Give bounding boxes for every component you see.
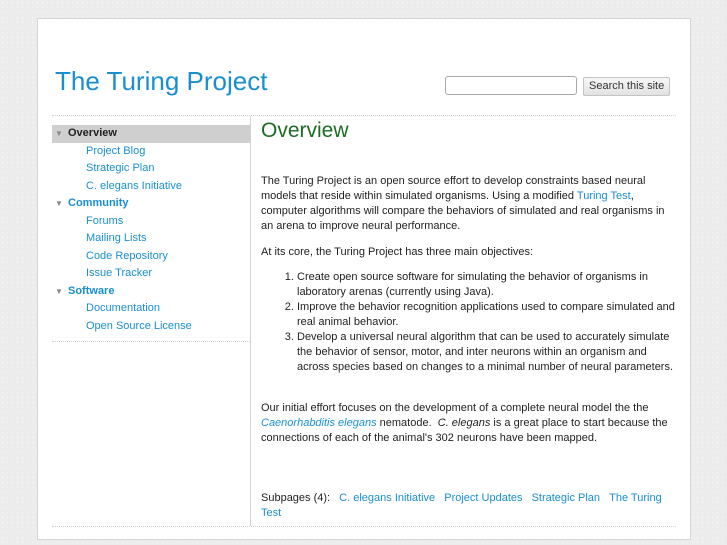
- sidebar-item-strategic-plan[interactable]: Strategic Plan: [52, 160, 250, 178]
- turing-test-link[interactable]: Turing Test: [577, 190, 631, 202]
- caenorhabditis-elegans-link[interactable]: Caenorhabditis elegans: [261, 417, 377, 429]
- sidebar-divider: [52, 341, 250, 342]
- sidebar-item-forums[interactable]: Forums: [52, 213, 250, 231]
- page-title: Overview: [261, 119, 349, 142]
- sidebar-item-issue-tracker[interactable]: Issue Tracker: [52, 265, 250, 283]
- sidebar-item-label: Software: [68, 284, 115, 297]
- sidebar-item-mailing-lists[interactable]: Mailing Lists: [52, 230, 250, 248]
- text: Our initial effort focuses on the develo…: [261, 402, 649, 414]
- intro-paragraph: The Turing Project is an open source eff…: [261, 174, 677, 234]
- sidebar-item-project-blog[interactable]: Project Blog: [52, 143, 250, 161]
- text: C. elegans: [437, 417, 491, 429]
- sidebar-item-label: Overview: [68, 127, 117, 139]
- sidebar-item-software[interactable]: ▼ Software: [52, 283, 250, 301]
- main-content: Overview The Turing Project is an open s…: [261, 119, 677, 519]
- expand-triangle-icon[interactable]: ▼: [55, 283, 63, 301]
- sidebar-item-community[interactable]: ▼ Community: [52, 195, 250, 213]
- page-container: The Turing Project Search this site ▼ Ove…: [37, 18, 691, 540]
- objectives-intro: At its core, the Turing Project has thre…: [261, 246, 534, 258]
- list-item: Develop a universal neural algorithm tha…: [297, 330, 677, 375]
- sidebar-item-label: Community: [68, 197, 129, 209]
- sidebar-item-documentation[interactable]: Documentation: [52, 300, 250, 318]
- subpage-link[interactable]: C. elegans Initiative: [339, 492, 435, 504]
- subpages-label: Subpages (4):: [261, 492, 331, 504]
- footer-divider: [52, 526, 676, 527]
- expand-triangle-icon[interactable]: ▼: [55, 125, 63, 143]
- subpage-link[interactable]: Project Updates: [444, 492, 522, 504]
- expand-triangle-icon[interactable]: ▼: [55, 195, 63, 213]
- objectives-list: Create open source software for simulati…: [261, 270, 677, 375]
- search-input[interactable]: [445, 76, 577, 95]
- sidebar-item-open-source-license[interactable]: Open Source License: [52, 318, 250, 336]
- initial-effort-paragraph: Our initial effort focuses on the develo…: [261, 401, 677, 446]
- site-title[interactable]: The Turing Project: [55, 66, 267, 97]
- list-item: Improve the behavior recognition applica…: [297, 300, 677, 330]
- subpages: Subpages (4): C. elegans Initiative Proj…: [261, 491, 677, 521]
- sidebar-item-code-repository[interactable]: Code Repository: [52, 248, 250, 266]
- sidebar-nav: ▼ Overview Project Blog Strategic Plan C.…: [52, 125, 250, 335]
- list-item: Create open source software for simulati…: [297, 270, 677, 300]
- sidebar: ▼ Overview Project Blog Strategic Plan C.…: [52, 116, 251, 526]
- text: nematode.: [376, 417, 438, 429]
- search-button[interactable]: Search this site: [583, 77, 671, 96]
- sidebar-item-c-elegans-initiative[interactable]: C. elegans Initiative: [52, 178, 250, 196]
- sidebar-item-overview[interactable]: ▼ Overview: [52, 125, 250, 143]
- subpage-link[interactable]: Strategic Plan: [532, 492, 600, 504]
